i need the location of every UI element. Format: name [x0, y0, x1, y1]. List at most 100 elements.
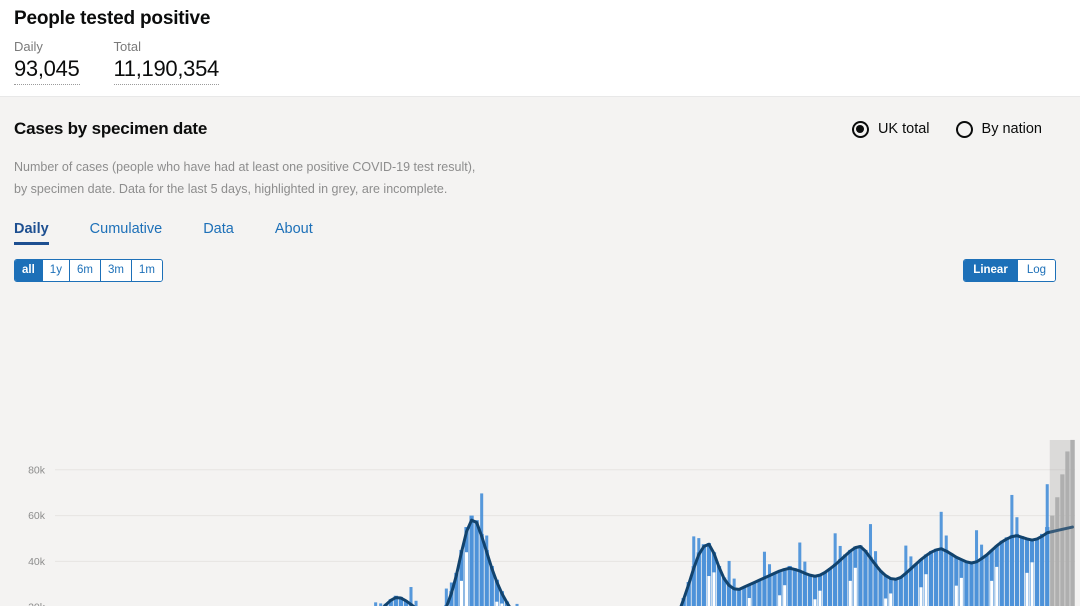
- chart-bar: [737, 588, 742, 606]
- cases-card: Cases by specimen date UK total By natio…: [0, 97, 1080, 606]
- chart-bar-daily-variation: [853, 567, 857, 606]
- chart-bar-daily-variation: [990, 580, 994, 606]
- metric-daily-value: 93,045: [14, 56, 80, 86]
- chart-bar-daily-variation: [747, 598, 751, 606]
- chart-bar-daily-variation: [495, 601, 499, 606]
- card-description-line1: Number of cases (people who have had at …: [14, 160, 476, 174]
- chart-bar-daily-variation: [909, 556, 913, 606]
- chart-bar: [469, 515, 474, 606]
- chart-bar-daily-variation: [924, 574, 928, 606]
- chart-bar-daily-variation: [995, 566, 999, 606]
- metric-total: Total 11,190,354: [113, 39, 219, 86]
- chart-bar-daily-variation: [783, 585, 787, 606]
- y-axis-tick-label: 80k: [28, 464, 46, 476]
- chart-bar-daily-variation: [868, 524, 873, 606]
- chart-bar-daily-variation: [884, 598, 888, 606]
- chart-bar: [792, 568, 797, 606]
- summary-band: People tested positive Daily 93,045 Tota…: [0, 0, 1080, 96]
- cases-chart[interactable]: 020k40k60k80k1 Apr 20201 Jul 20201 Oct 2…: [0, 430, 1080, 606]
- scope-option-by-nation[interactable]: By nation: [955, 120, 1042, 138]
- chart-svg[interactable]: 020k40k60k80k1 Apr 20201 Jul 20201 Oct 2…: [0, 430, 1080, 606]
- chart-bar: [893, 579, 898, 606]
- radio-unselected-icon[interactable]: [955, 120, 973, 138]
- chart-bar: [822, 571, 828, 606]
- y-axis-tick-label: 60k: [28, 510, 46, 522]
- chart-bar: [863, 549, 868, 606]
- chart-bar-daily-variation: [919, 587, 923, 606]
- chart-bar-daily-variation: [1010, 494, 1014, 606]
- chart-bar-daily-variation: [975, 530, 979, 606]
- chart-bar-daily-variation: [980, 544, 984, 606]
- card-tabs: Daily Cumulative Data About: [14, 221, 1080, 245]
- chart-bar-daily-variation: [414, 600, 418, 606]
- chart-bar-daily-variation: [712, 572, 716, 606]
- tab-cumulative[interactable]: Cumulative: [90, 221, 163, 245]
- chart-bar: [969, 562, 974, 606]
- chart-bar-daily-variation: [944, 535, 948, 606]
- chart-bar-daily-variation: [1045, 484, 1049, 606]
- summary-metrics: Daily 93,045 Total 11,190,354: [14, 39, 1066, 86]
- scale-log[interactable]: Log: [1017, 259, 1055, 281]
- chart-bar-daily-variation: [959, 577, 963, 606]
- chart-bar: [843, 554, 848, 606]
- chart-bar: [878, 570, 883, 606]
- scale-linear[interactable]: Linear: [964, 259, 1018, 281]
- time-range-1y[interactable]: 1y: [42, 259, 70, 281]
- chart-bar: [742, 586, 747, 606]
- time-range-all[interactable]: all: [15, 259, 43, 281]
- scope-option-uk-total-label: UK total: [877, 121, 930, 137]
- metric-daily: Daily 93,045: [14, 39, 80, 86]
- card-header: Cases by specimen date UK total By natio…: [0, 97, 1080, 139]
- scope-option-by-nation-label: By nation: [981, 121, 1042, 137]
- chart-bar-daily-variation: [465, 552, 469, 606]
- chart-bar-daily-variation: [697, 538, 701, 606]
- card-title: Cases by specimen date: [14, 119, 208, 138]
- card-description: Number of cases (people who have had at …: [14, 157, 654, 201]
- radio-selected-icon[interactable]: [851, 120, 869, 138]
- chart-bar: [807, 575, 813, 606]
- chart-bar-daily-variation: [778, 595, 782, 606]
- chart-bar-daily-variation: [848, 580, 852, 606]
- chart-bar-daily-variation: [1030, 562, 1034, 606]
- chart-bar: [701, 544, 706, 606]
- time-range-3m[interactable]: 3m: [100, 259, 132, 281]
- scale-selector: Linear Log: [963, 258, 1056, 282]
- chart-bar: [752, 582, 757, 606]
- y-axis-tick-label: 20k: [28, 602, 46, 606]
- chart-bar-daily-variation: [1025, 572, 1029, 606]
- scope-option-uk-total[interactable]: UK total: [851, 120, 930, 138]
- time-range-6m[interactable]: 6m: [69, 259, 101, 281]
- chart-bar: [787, 565, 792, 606]
- chart-bar: [1019, 536, 1025, 606]
- chart-bar-daily-variation: [874, 551, 878, 606]
- chart-bar-daily-variation: [374, 602, 378, 606]
- time-range-1m[interactable]: 1m: [131, 259, 162, 281]
- chart-bar: [928, 551, 934, 606]
- chart-bar: [984, 554, 989, 606]
- chart-bar-daily-variation: [813, 599, 817, 606]
- page-title: People tested positive: [14, 8, 211, 29]
- chart-bar: [898, 577, 903, 606]
- chart-bar-daily-variation: [732, 578, 736, 606]
- card-description-line2: by specimen date. Data for the last 5 da…: [14, 181, 448, 196]
- chart-bar-daily-variation: [480, 493, 484, 606]
- chart-bar: [1040, 533, 1045, 606]
- chart-bar-daily-variation: [818, 590, 822, 606]
- chart-controls: all 1y 6m 3m 1m Linear Log: [14, 258, 1080, 282]
- chart-bar: [474, 520, 479, 606]
- tab-data[interactable]: Data: [203, 221, 234, 245]
- chart-bar-daily-variation: [954, 585, 958, 606]
- chart-bar: [934, 548, 939, 606]
- incomplete-data-overlay: [1049, 440, 1075, 606]
- chart-bar: [858, 545, 863, 606]
- chart-bar: [1035, 538, 1040, 606]
- chart-bar-daily-variation: [833, 533, 837, 606]
- chart-bar: [827, 568, 833, 606]
- y-axis-tick-label: 40k: [28, 556, 46, 568]
- chart-bar-daily-variation: [459, 580, 463, 606]
- chart-bar: [772, 572, 777, 606]
- chart-bar-daily-variation: [798, 542, 802, 606]
- chart-bar: [964, 561, 969, 606]
- tab-daily[interactable]: Daily: [14, 221, 49, 245]
- tab-about[interactable]: About: [275, 221, 313, 245]
